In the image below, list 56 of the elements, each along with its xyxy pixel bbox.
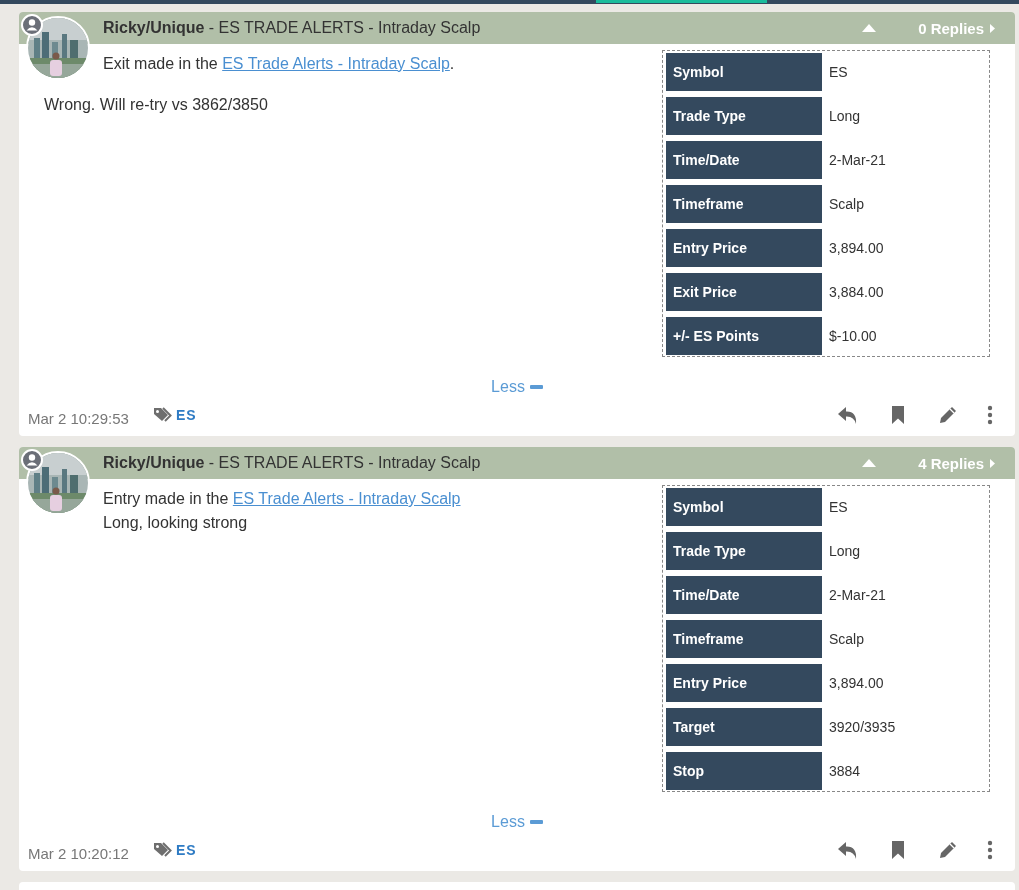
tags-icon (152, 407, 173, 423)
post-intro: Entry made in the ES Trade Alerts - Intraday Scalp (102, 489, 462, 509)
post-title: Ricky/Unique - ES TRADE ALERTS - Intraday Scalp (103, 454, 482, 472)
channel-link[interactable]: ES Trade Alerts - Intraday Scalp (222, 55, 450, 72)
reply-icon[interactable] (837, 840, 859, 860)
replies-link[interactable]: 4 Replies (918, 454, 995, 472)
field-label: +/- ES Points (666, 317, 822, 355)
field-value: 3,894.00 (829, 240, 884, 256)
field-label: Time/Date (666, 576, 822, 614)
field-value: Scalp (829, 196, 865, 212)
field-label: Exit Price (666, 273, 822, 311)
field-label: Stop (666, 752, 822, 790)
post-timestamp: Mar 2 10:20:12 (28, 844, 129, 862)
more-icon[interactable] (987, 840, 993, 860)
field-value: Scalp (829, 631, 865, 647)
field-label: Symbol (666, 488, 822, 526)
field-value: $-10.00 (829, 328, 877, 344)
field-value: 3,894.00 (829, 675, 884, 691)
minus-icon (529, 820, 543, 824)
field-label: Trade Type (666, 97, 822, 135)
caret-icon (990, 458, 995, 468)
edit-icon[interactable] (937, 840, 959, 860)
field-label: Entry Price (666, 229, 822, 267)
post-timestamp: Mar 2 10:29:53 (28, 409, 129, 427)
more-icon[interactable] (987, 405, 993, 425)
field-value: 3,884.00 (829, 284, 884, 300)
field-value: 2-Mar-21 (829, 152, 886, 168)
post-message: Wrong. Will re-try vs 3862/3850 (44, 96, 269, 114)
field-label: Target (666, 708, 822, 746)
field-label: Timeframe (666, 185, 822, 223)
reply-icon[interactable] (837, 405, 859, 425)
less-toggle[interactable]: Less (491, 813, 543, 831)
field-value: 2-Mar-21 (829, 587, 886, 603)
field-value: Long (829, 543, 861, 559)
tag-link[interactable]: ES (175, 842, 197, 858)
field-label: Time/Date (666, 141, 822, 179)
post-message: Long, looking strong (103, 514, 249, 532)
field-value: 3920/3935 (829, 719, 896, 735)
field-value: ES (829, 64, 848, 80)
tag-link[interactable]: ES (175, 407, 197, 423)
caret-icon (990, 23, 995, 33)
post-intro: Exit made in the ES Trade Alerts - Intraday Scalp. (102, 54, 456, 74)
field-label: Entry Price (666, 664, 822, 702)
replies-link[interactable]: 0 Replies (918, 19, 995, 37)
field-value: ES (829, 499, 848, 515)
less-toggle[interactable]: Less (491, 378, 543, 396)
minus-icon (529, 385, 543, 389)
field-label: Timeframe (666, 620, 822, 658)
field-value: Long (829, 108, 861, 124)
tags-icon (152, 842, 173, 858)
channel-link[interactable]: ES Trade Alerts - Intraday Scalp (232, 490, 461, 507)
field-label: Symbol (666, 53, 822, 91)
field-value: 3884 (829, 763, 861, 779)
edit-icon[interactable] (937, 405, 959, 425)
field-label: Trade Type (666, 532, 822, 570)
post-title: Ricky/Unique - ES TRADE ALERTS - Intraday Scalp (103, 19, 482, 37)
